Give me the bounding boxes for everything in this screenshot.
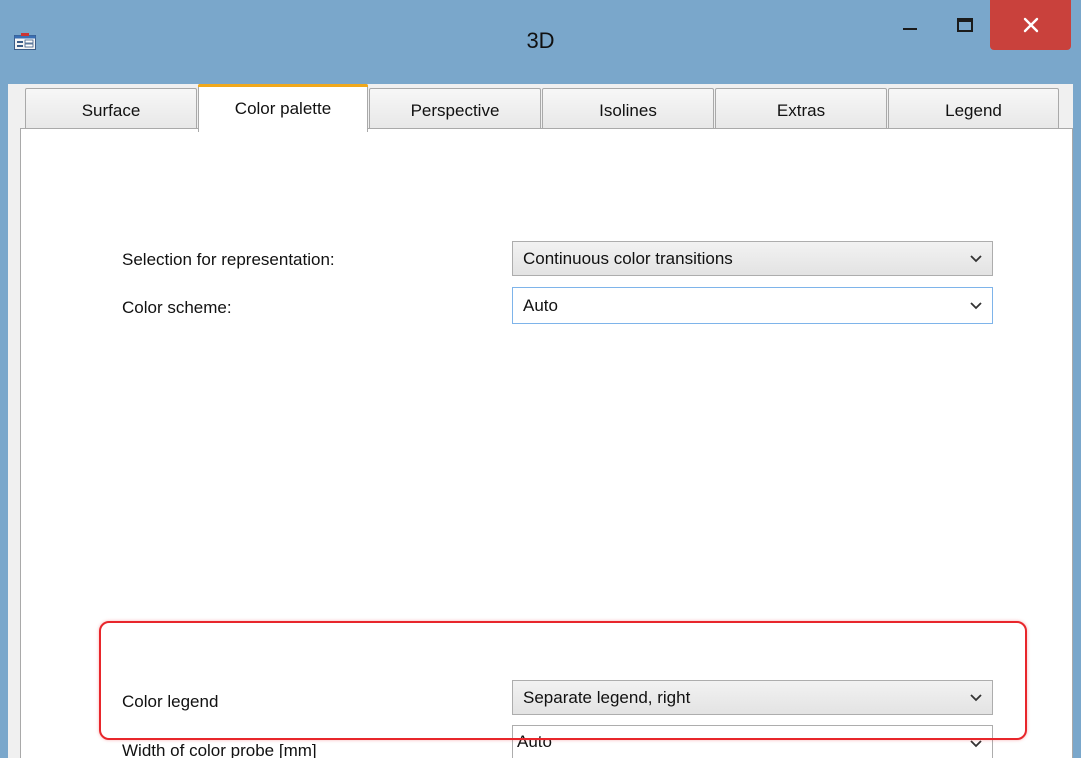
tab-legend[interactable]: Legend — [888, 88, 1059, 132]
maximize-button[interactable] — [940, 0, 990, 50]
tab-color-palette[interactable]: Color palette — [198, 84, 368, 132]
color-scheme-value: Auto — [523, 296, 558, 315]
tab-extras[interactable]: Extras — [715, 88, 887, 132]
tab-strip: Surface Color palette Perspective Isolin… — [8, 84, 1073, 132]
chevron-down-icon — [970, 255, 982, 263]
close-button[interactable] — [990, 0, 1071, 50]
chevron-down-icon — [970, 302, 982, 310]
color-scheme-label: Color scheme: — [122, 298, 232, 317]
representation-label: Selection for representation: — [122, 250, 335, 269]
dialog-window: 3D Surface Color palette Perspective Iso… — [0, 0, 1081, 758]
tab-isolines[interactable]: Isolines — [542, 88, 714, 132]
tab-surface[interactable]: Surface — [25, 88, 197, 132]
representation-value: Continuous color transitions — [523, 249, 733, 268]
color-scheme-dropdown[interactable]: Auto — [512, 287, 993, 324]
probe-width-label: Width of color probe [mm] — [122, 741, 317, 758]
chevron-down-icon — [970, 740, 982, 748]
representation-dropdown[interactable]: Continuous color transitions — [512, 241, 993, 276]
minimize-icon — [903, 28, 917, 30]
highlight-annotation — [99, 621, 1027, 740]
tab-perspective[interactable]: Perspective — [369, 88, 541, 132]
maximize-icon — [957, 18, 973, 32]
minimize-button[interactable] — [880, 0, 940, 50]
title-bar[interactable]: 3D — [0, 0, 1081, 84]
close-icon — [1023, 17, 1038, 33]
